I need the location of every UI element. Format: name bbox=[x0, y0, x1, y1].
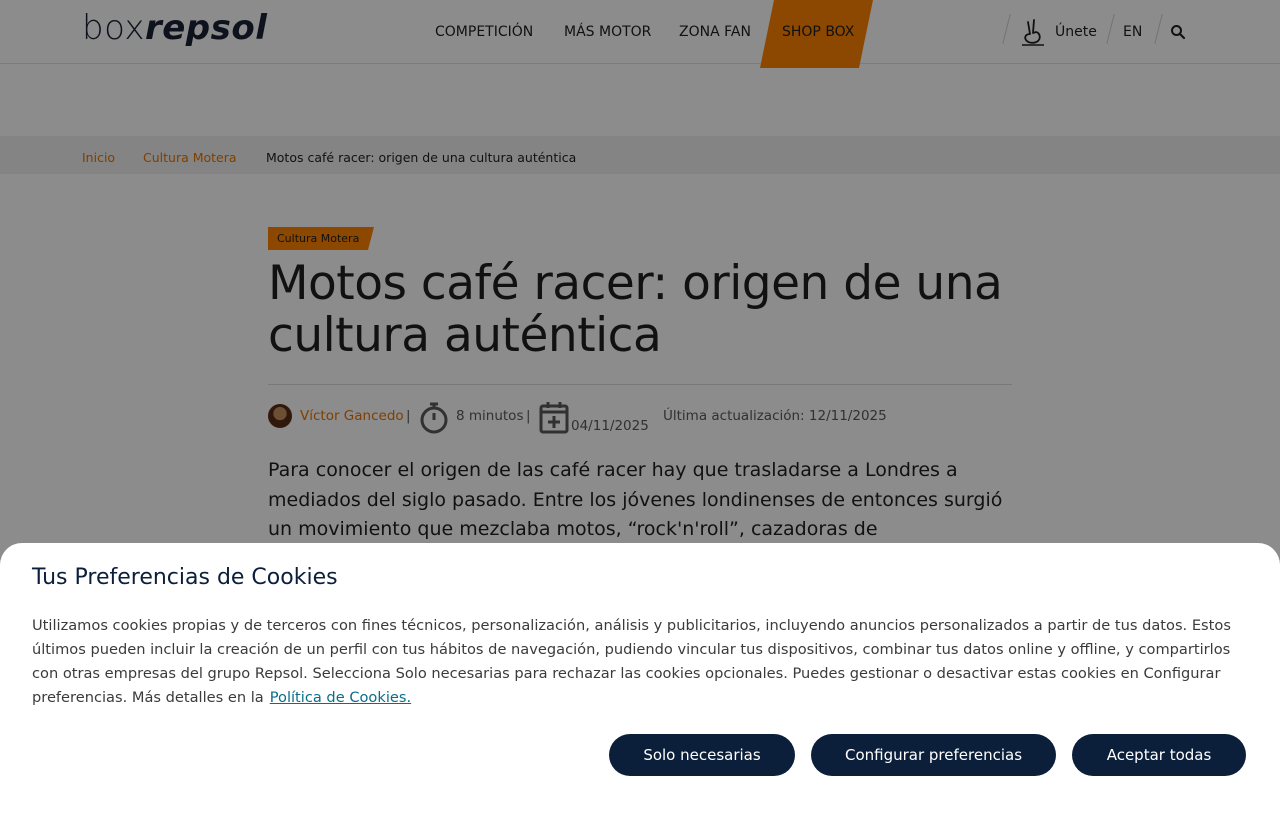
necessary-only-button[interactable]: Solo necesarias bbox=[609, 734, 795, 776]
cookie-dialog: Tus Preferencias de Cookies Utilizamos c… bbox=[0, 543, 1280, 813]
configure-preferences-button[interactable]: Configurar preferencias bbox=[811, 734, 1056, 776]
accept-all-button[interactable]: Aceptar todas bbox=[1072, 734, 1246, 776]
cookie-dialog-text: Utilizamos cookies propias y de terceros… bbox=[32, 614, 1247, 710]
cookie-dialog-title: Tus Preferencias de Cookies bbox=[32, 565, 338, 590]
cookie-policy-link[interactable]: Política de Cookies. bbox=[270, 689, 411, 706]
cookie-dialog-body: Utilizamos cookies propias y de terceros… bbox=[32, 617, 1231, 706]
